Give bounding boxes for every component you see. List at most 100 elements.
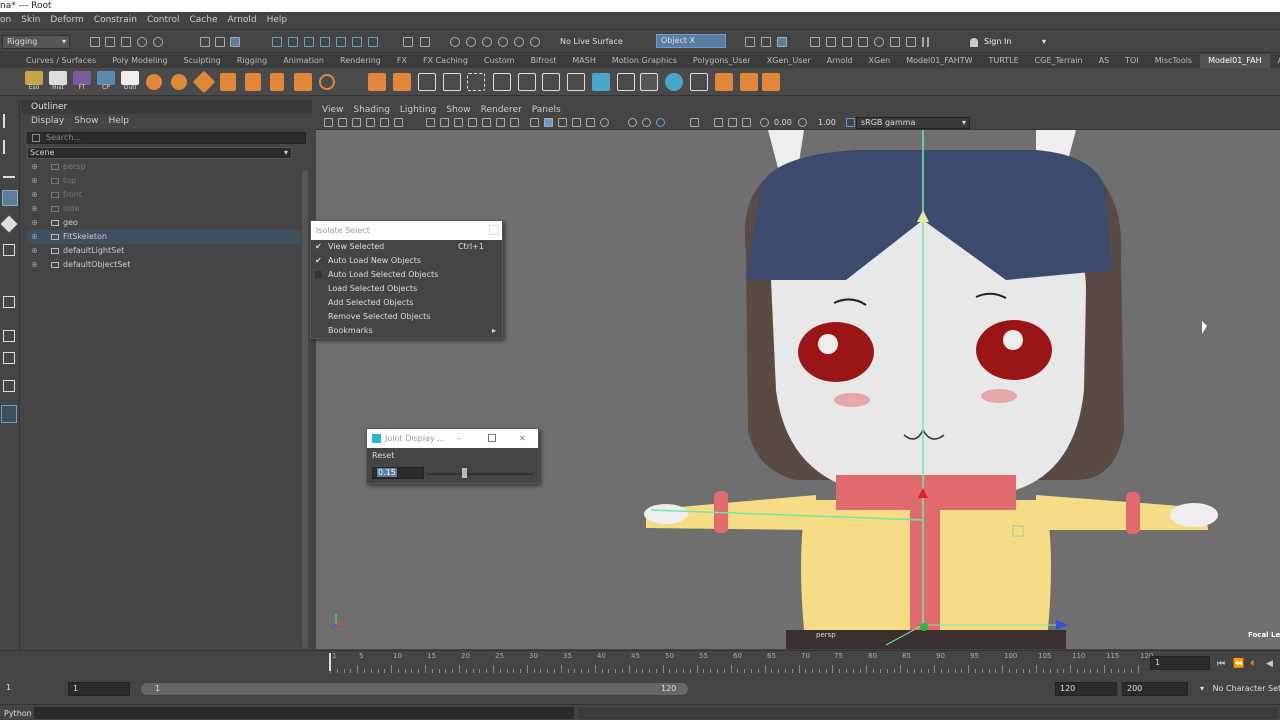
save-scene-icon[interactable] xyxy=(121,37,131,47)
new-scene-icon[interactable] xyxy=(90,37,100,47)
viewport-menu-show[interactable]: Show xyxy=(446,105,470,115)
expand-icon[interactable]: ⊕ xyxy=(31,230,38,244)
select-tool-icon[interactable] xyxy=(3,114,15,128)
isolate-menu-item[interactable]: Auto Load Selected Objects xyxy=(311,268,502,282)
shelf-tab[interactable]: Rigging xyxy=(229,54,275,68)
lock-icon[interactable] xyxy=(403,37,413,47)
step-back-key-icon[interactable]: ⏴ xyxy=(1250,659,1255,669)
select-component-icon[interactable] xyxy=(230,37,240,47)
ipr-render-icon[interactable] xyxy=(466,37,476,47)
camera-select-icon[interactable] xyxy=(324,118,333,127)
color-management-icon[interactable] xyxy=(846,118,855,127)
reset-menu[interactable]: Reset xyxy=(372,451,394,460)
panel-layout-icon-4[interactable] xyxy=(858,37,868,47)
select-hierarchy-icon[interactable] xyxy=(200,37,210,47)
snap-relative-icon[interactable] xyxy=(368,37,378,47)
shadows-icon[interactable] xyxy=(600,118,609,127)
ambient-occlusion-icon[interactable] xyxy=(628,118,637,127)
panel-layout-icon-7[interactable] xyxy=(906,37,916,47)
panel-layout-icon-6[interactable] xyxy=(890,37,900,47)
outliner-row[interactable]: ⊕ top xyxy=(27,174,301,188)
scale-tool-icon[interactable] xyxy=(3,244,15,256)
open-scene-icon[interactable] xyxy=(105,37,115,47)
shelf-tab[interactable]: FX xyxy=(389,54,415,68)
menu-item[interactable]: Arnold xyxy=(228,15,257,25)
shelf-tab[interactable]: CGE_Terrain xyxy=(1027,54,1091,68)
paint-select-icon[interactable] xyxy=(3,166,15,178)
snap-point-icon[interactable] xyxy=(304,37,314,47)
gate-mask-icon[interactable] xyxy=(468,118,477,127)
menu-item[interactable]: Cache xyxy=(190,15,218,25)
anim-end-field[interactable]: 120 xyxy=(1055,682,1117,696)
select-object-icon[interactable] xyxy=(215,37,225,47)
hist-shelf-icon[interactable] xyxy=(49,71,67,85)
shelf-tab[interactable]: Model01_FAH xyxy=(1200,54,1270,68)
bbox-tool-icon[interactable] xyxy=(467,73,485,91)
outliner-scene-dropdown[interactable]: Scene ▾ xyxy=(27,147,292,159)
panel-layout-icon-1[interactable] xyxy=(810,37,820,47)
joint-size-slider-handle[interactable] xyxy=(462,468,467,478)
time-slider[interactable]: 1 5 10 15 20 25 30 35 40 45 50 55 60 65 70 75 80 85 90 95 10… xyxy=(0,650,1280,674)
snap-live-icon[interactable] xyxy=(352,37,362,47)
shelf-tab[interactable]: Curves / Surfaces xyxy=(18,54,104,68)
textured-icon[interactable] xyxy=(572,118,581,127)
cursor-tool-icon[interactable] xyxy=(542,73,560,91)
camera-attr-icon[interactable] xyxy=(338,118,347,127)
maximize-icon[interactable] xyxy=(488,434,496,442)
menu-item[interactable]: on xyxy=(0,15,11,25)
wireframe-on-shaded-icon[interactable] xyxy=(558,118,567,127)
shelf-tab[interactable]: Motion Graphics xyxy=(604,54,685,68)
shelf-tab[interactable]: Arnold xyxy=(819,54,861,68)
outliner-row[interactable]: ⊕ side xyxy=(27,202,301,216)
start-frame-field[interactable]: 1 xyxy=(2,682,62,696)
joint-size-slider-track[interactable] xyxy=(427,473,533,475)
shelf-tab[interactable]: TURTLE xyxy=(981,54,1027,68)
layout-pane-icon-1[interactable] xyxy=(3,352,15,364)
shelf-tab[interactable]: TOI xyxy=(1117,54,1147,68)
smooth-shade-icon[interactable] xyxy=(544,118,553,127)
script-language-label[interactable]: Python xyxy=(4,709,32,718)
hypershade-icon[interactable] xyxy=(498,37,508,47)
shelf-tab[interactable]: Animation xyxy=(275,54,332,68)
rig-tool-icon-9[interactable] xyxy=(368,73,386,91)
isolate-menu-item[interactable]: Bookmarks ▸ xyxy=(311,324,502,338)
paint-tool-icon[interactable] xyxy=(592,73,610,91)
image-plane-icon[interactable] xyxy=(366,118,375,127)
isolate-menu-item[interactable]: ✔ Auto Load New Objects xyxy=(311,254,502,268)
exposure-icon[interactable] xyxy=(760,118,769,127)
component-tool-icon[interactable] xyxy=(518,73,536,91)
rig-tool-icon-8[interactable] xyxy=(319,74,335,90)
menu-set-dropdown[interactable]: Rigging ▾ xyxy=(2,35,70,49)
step-back-icon[interactable]: ⏪ xyxy=(1233,659,1244,669)
outliner-row[interactable]: ⊕ defaultLightSet xyxy=(27,244,301,258)
outliner-scrollbar[interactable] xyxy=(302,170,308,648)
rig-tool-icon-7[interactable] xyxy=(294,73,312,91)
viewport-menu-shading[interactable]: Shading xyxy=(353,105,390,115)
menu-item[interactable]: Skin xyxy=(21,15,40,25)
joint-size-field[interactable]: 0.15 xyxy=(372,467,424,479)
outliner-menu-display[interactable]: Display xyxy=(31,114,64,128)
move-tool-icon[interactable] xyxy=(715,73,733,91)
menu-item[interactable]: Constrain xyxy=(94,15,137,25)
close-icon[interactable]: ✕ xyxy=(519,429,526,448)
outliner-row[interactable]: ⊕ FitSkeleton xyxy=(27,230,301,244)
film-gate-icon[interactable] xyxy=(440,118,449,127)
command-input[interactable] xyxy=(34,707,574,719)
wireframe-icon[interactable] xyxy=(530,118,539,127)
outliner-row[interactable]: ⊕ geo xyxy=(27,216,301,230)
isolate-menu-item[interactable]: Remove Selected Objects xyxy=(311,310,502,324)
rig-tool-icon-4[interactable] xyxy=(220,73,236,91)
panel-layout-icon-5[interactable] xyxy=(874,37,884,47)
snap-view-icon[interactable] xyxy=(320,37,330,47)
rig-tool-icon-5[interactable] xyxy=(245,73,261,91)
menu-item[interactable]: Deform xyxy=(50,15,83,25)
safe-action-icon[interactable] xyxy=(496,118,505,127)
current-time-indicator[interactable] xyxy=(329,653,331,671)
current-frame-field[interactable]: 1 xyxy=(1150,656,1210,670)
xray-joints-icon[interactable] xyxy=(728,118,737,127)
layout-pane-icon-2[interactable] xyxy=(3,380,15,392)
grid-tool-icon[interactable] xyxy=(418,73,436,91)
isolate-select-icon[interactable] xyxy=(690,118,699,127)
field-chart-icon[interactable] xyxy=(482,118,491,127)
expand-icon[interactable]: ⊕ xyxy=(31,244,38,258)
